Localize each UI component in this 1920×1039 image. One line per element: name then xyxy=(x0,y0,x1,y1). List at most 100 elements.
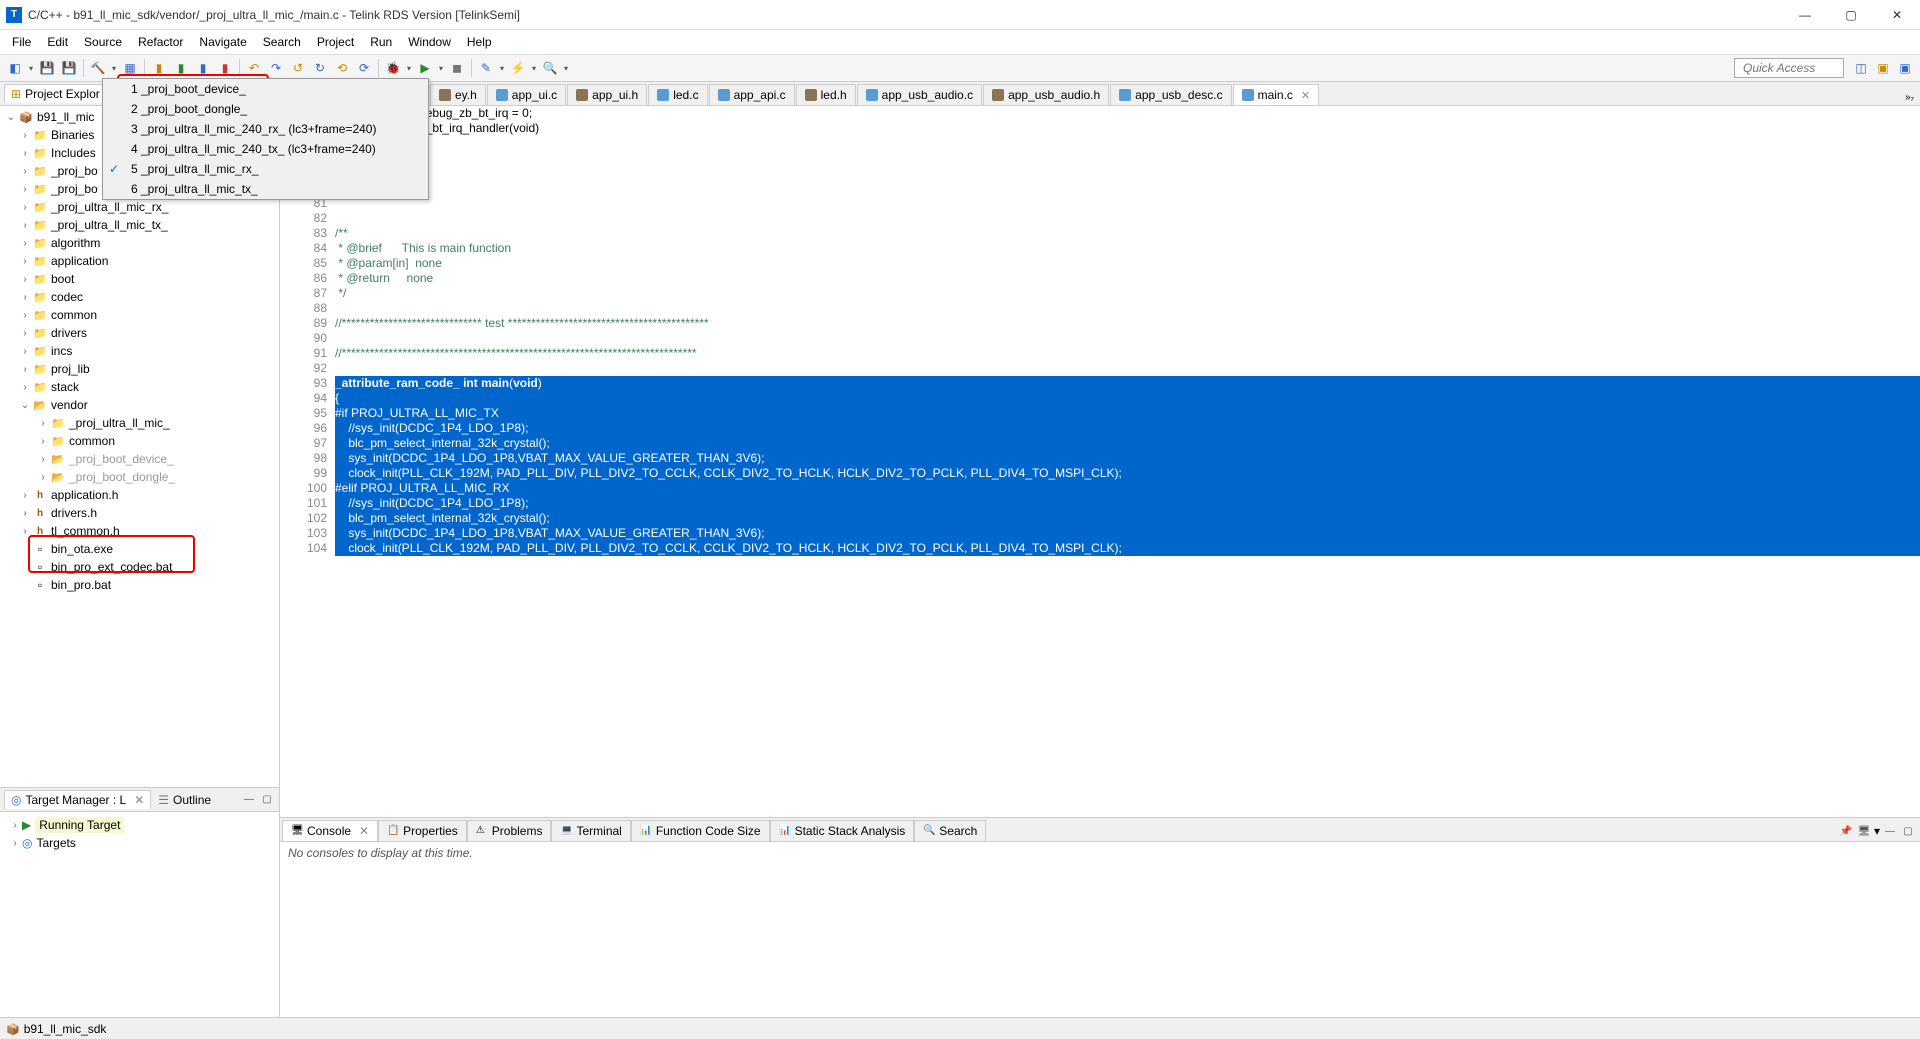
editor-tab[interactable]: ey.h xyxy=(430,84,486,105)
editor-tab[interactable]: app_ui.c xyxy=(487,84,566,105)
code-line[interactable]: /** xyxy=(335,226,1920,241)
editor[interactable]: 7980818283848586878889909192939495969798… xyxy=(280,106,1920,817)
tree-item[interactable]: ›incs xyxy=(0,342,279,360)
close-icon[interactable]: ✕ xyxy=(134,793,144,807)
targets-row[interactable]: › ◎ Targets xyxy=(4,834,275,852)
code-line-selected[interactable]: //sys_init(DCDC_1P4_LDO_1P8); xyxy=(335,421,1920,436)
run-icon[interactable]: ▶ xyxy=(415,58,435,78)
new-dropdown-icon[interactable]: ▾ xyxy=(26,64,36,73)
tree-item[interactable]: ›application xyxy=(0,252,279,270)
bottom-tab-search[interactable]: 🔍Search xyxy=(914,820,986,841)
bottom-tab-console[interactable]: 🖥Console✕ xyxy=(282,820,378,841)
debug-dropdown-icon[interactable]: ▾ xyxy=(404,64,414,73)
bottom-tab-terminal[interactable]: 💻Terminal xyxy=(551,820,630,841)
search-icon[interactable]: 🔍 xyxy=(540,58,560,78)
editor-tab[interactable]: app_usb_audio.h xyxy=(983,84,1109,105)
outline-tab[interactable]: ☰ Outline xyxy=(151,790,218,809)
menu-window[interactable]: Window xyxy=(400,32,459,52)
tree-item[interactable]: ›_proj_ultra_ll_mic_ xyxy=(0,414,279,432)
menu-project[interactable]: Project xyxy=(309,32,362,52)
code-line[interactable]: */ xyxy=(335,286,1920,301)
editor-tab[interactable]: app_usb_desc.c xyxy=(1110,84,1231,105)
menu-navigate[interactable]: Navigate xyxy=(191,32,254,52)
code-line[interactable] xyxy=(335,301,1920,316)
project-explorer-tab[interactable]: ⊞ Project Explor xyxy=(4,84,107,103)
editor-tab[interactable]: app_ui.h xyxy=(567,84,647,105)
tree-item[interactable]: bin_pro.bat xyxy=(0,576,279,594)
code-line[interactable] xyxy=(335,211,1920,226)
maximize-button[interactable]: ▢ xyxy=(1828,0,1874,30)
code-line[interactable]: //**************************************… xyxy=(335,346,1920,361)
tree-item[interactable]: ›codec xyxy=(0,288,279,306)
bottom-tab-static-stack-analysis[interactable]: 📊Static Stack Analysis xyxy=(770,820,915,841)
toggle-4-icon[interactable]: ▮ xyxy=(215,58,235,78)
code-line[interactable] xyxy=(335,331,1920,346)
toggle-1-icon[interactable]: ▮ xyxy=(149,58,169,78)
menu-search[interactable]: Search xyxy=(255,32,309,52)
debug-perspective-icon[interactable]: ▣ xyxy=(1895,58,1915,78)
flash-icon[interactable]: ⚡ xyxy=(508,58,528,78)
tree-item[interactable]: ›boot xyxy=(0,270,279,288)
code-line-selected[interactable]: //sys_init(DCDC_1P4_LDO_1P8); xyxy=(335,496,1920,511)
toggle-3-icon[interactable]: ▮ xyxy=(193,58,213,78)
menu-help[interactable]: Help xyxy=(459,32,500,52)
code-line-selected[interactable]: #elif PROJ_ULTRA_LL_MIC_RX xyxy=(335,481,1920,496)
build-all-icon[interactable]: ▦ xyxy=(120,58,140,78)
toggle-2-icon[interactable]: ▮ xyxy=(171,58,191,78)
maximize-view-icon[interactable]: ▢ xyxy=(259,792,275,808)
build-config-item[interactable]: 6 _proj_ultra_ll_mic_tx_ xyxy=(103,179,428,199)
menu-file[interactable]: File xyxy=(4,32,39,52)
editor-tab[interactable]: main.c✕ xyxy=(1233,84,1320,105)
editor-tab[interactable]: led.c xyxy=(648,84,707,105)
tree-item[interactable]: ›_proj_ultra_ll_mic_tx_ xyxy=(0,216,279,234)
close-tab-icon[interactable]: ✕ xyxy=(359,824,369,838)
project-tree[interactable]: ⌄b91_ll_mic›Binaries›Includes›_proj_bo›_… xyxy=(0,106,279,787)
stop-icon[interactable]: ◼ xyxy=(447,58,467,78)
code-line[interactable]: * @param[in] none xyxy=(335,256,1920,271)
minimize-button[interactable]: — xyxy=(1782,0,1828,30)
bottom-tab-problems[interactable]: ⚠Problems xyxy=(467,820,552,841)
open-perspective-icon[interactable]: ◫ xyxy=(1851,58,1871,78)
editor-tab[interactable]: led.h xyxy=(796,84,856,105)
menu-refactor[interactable]: Refactor xyxy=(130,32,191,52)
bottom-tab-function-code-size[interactable]: 📊Function Code Size xyxy=(631,820,770,841)
tree-item[interactable]: ›common xyxy=(0,432,279,450)
hammer-build-icon[interactable]: 🔨 xyxy=(88,58,108,78)
run-dropdown-icon[interactable]: ▾ xyxy=(436,64,446,73)
nav-3-icon[interactable]: ↺ xyxy=(288,58,308,78)
tree-item[interactable]: ›hdrivers.h xyxy=(0,504,279,522)
menu-run[interactable]: Run xyxy=(362,32,400,52)
editor-tab[interactable]: app_usb_audio.c xyxy=(857,84,982,105)
tree-item[interactable]: ›stack xyxy=(0,378,279,396)
wand-icon[interactable]: ✎ xyxy=(476,58,496,78)
target-manager-tab[interactable]: ◎ Target Manager : L ✕ xyxy=(4,790,151,809)
running-target-row[interactable]: › ▶ Running Target xyxy=(4,816,275,834)
tree-item[interactable]: ⌄vendor xyxy=(0,396,279,414)
code-line[interactable]: le unsigned int tdebug_zb_bt_irq = 0; xyxy=(335,106,1920,121)
close-button[interactable]: ✕ xyxy=(1874,0,1920,30)
code-line[interactable] xyxy=(335,361,1920,376)
nav-2-icon[interactable]: ↷ xyxy=(266,58,286,78)
bottom-tab-properties[interactable]: 📋Properties xyxy=(378,820,467,841)
build-config-item[interactable]: 1 _proj_boot_device_ xyxy=(103,79,428,99)
debug-icon[interactable]: 🐞 xyxy=(383,58,403,78)
code-line-selected[interactable]: sys_init(DCDC_1P4_LDO_1P8,VBAT_MAX_VALUE… xyxy=(335,526,1920,541)
more-tabs-indicator[interactable]: »₇ xyxy=(1905,92,1914,103)
code-line-selected[interactable]: blc_pm_select_internal_32k_crystal(); xyxy=(335,511,1920,526)
build-config-item[interactable]: 3 _proj_ultra_ll_mic_240_rx_ (lc3+frame=… xyxy=(103,119,428,139)
nav-6-icon[interactable]: ⟳ xyxy=(354,58,374,78)
editor-tab[interactable]: app_api.c xyxy=(709,84,795,105)
cpp-perspective-icon[interactable]: ▣ xyxy=(1873,58,1893,78)
close-tab-icon[interactable]: ✕ xyxy=(1301,89,1310,102)
tree-item[interactable]: ›drivers xyxy=(0,324,279,342)
max-view-icon[interactable]: ▢ xyxy=(1900,823,1916,839)
code-line-selected[interactable]: { xyxy=(335,391,1920,406)
wand-dropdown-icon[interactable]: ▾ xyxy=(497,64,507,73)
tree-item[interactable]: ›htl_common.h xyxy=(0,522,279,540)
pin-console-icon[interactable]: 📌 xyxy=(1838,823,1854,839)
console-dropdown-icon[interactable]: ▾ xyxy=(1874,824,1880,838)
code-line[interactable]: //****************************** test **… xyxy=(335,316,1920,331)
tree-item[interactable]: bin_ota.exe xyxy=(0,540,279,558)
build-config-item[interactable]: 4 _proj_ultra_ll_mic_240_tx_ (lc3+frame=… xyxy=(103,139,428,159)
code-line-selected[interactable]: clock_init(PLL_CLK_192M, PAD_PLL_DIV, PL… xyxy=(335,466,1920,481)
